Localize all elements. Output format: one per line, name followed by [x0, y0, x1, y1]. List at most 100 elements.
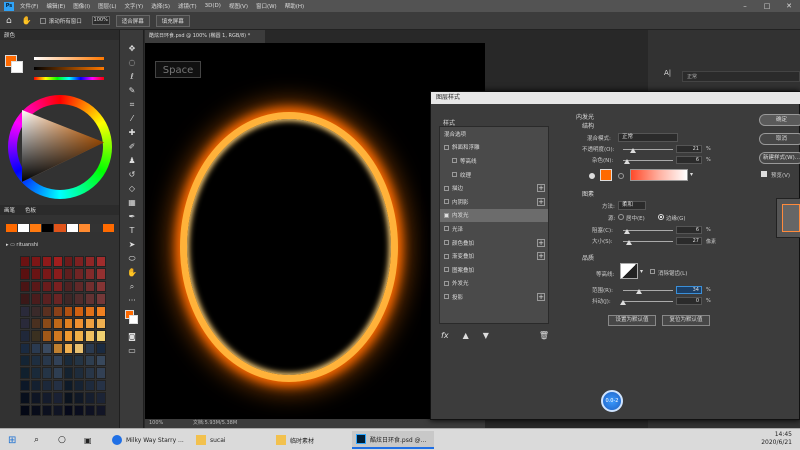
- swatch[interactable]: [20, 256, 30, 268]
- swatch[interactable]: [52, 305, 63, 317]
- swatch[interactable]: [52, 355, 63, 367]
- contour-picker[interactable]: [620, 263, 638, 279]
- swatch[interactable]: [85, 280, 96, 293]
- swatch[interactable]: [52, 330, 63, 342]
- size-slider-knob[interactable]: [626, 240, 632, 245]
- swatch[interactable]: [85, 305, 96, 317]
- swatch[interactable]: [6, 224, 18, 232]
- move-up-icon[interactable]: ▲: [463, 331, 469, 341]
- swatch[interactable]: [96, 379, 106, 392]
- swatch[interactable]: [41, 355, 52, 367]
- effect-checkbox[interactable]: [444, 185, 449, 191]
- taskbar-item-temp[interactable]: 临时素材: [272, 431, 346, 449]
- solid-color-radio[interactable]: [589, 173, 595, 179]
- swatch[interactable]: [41, 293, 52, 305]
- zoom-field[interactable]: 100%: [91, 16, 110, 25]
- hand-tool-icon[interactable]: ✋: [120, 266, 144, 280]
- swatch[interactable]: [41, 280, 52, 293]
- swatch[interactable]: [66, 224, 78, 232]
- swatch[interactable]: [41, 379, 52, 392]
- cortana-button[interactable]: ○: [54, 431, 70, 449]
- effect-checkbox[interactable]: [452, 172, 457, 178]
- swatch[interactable]: [41, 256, 52, 268]
- jitter-value[interactable]: 0: [676, 297, 702, 305]
- range-slider-knob[interactable]: [636, 289, 642, 294]
- swatch[interactable]: [52, 268, 63, 280]
- pen-tool-icon[interactable]: ✒: [120, 210, 144, 224]
- swatch[interactable]: [85, 379, 96, 392]
- ellipse-tool-icon[interactable]: ⬭: [120, 252, 144, 266]
- swatch[interactable]: [102, 224, 114, 232]
- gradient-radio[interactable]: [618, 173, 624, 179]
- taskbar-item-sucai[interactable]: sucai: [192, 431, 266, 449]
- swatch[interactable]: [96, 330, 106, 342]
- preview-checkbox[interactable]: [761, 171, 767, 177]
- blend-options-item[interactable]: 混合选项: [440, 127, 548, 141]
- menu-image[interactable]: 图像(I): [73, 2, 90, 10]
- menu-select[interactable]: 选择(S): [151, 2, 170, 10]
- noise-slider[interactable]: [623, 160, 673, 161]
- swatch[interactable]: [42, 224, 54, 232]
- cancel-button[interactable]: 取消: [759, 133, 800, 145]
- fg-bg-colors-icon[interactable]: [120, 308, 144, 330]
- background-color-swatch[interactable]: [11, 61, 23, 73]
- effect-item[interactable]: 光泽: [440, 222, 548, 236]
- swatch[interactable]: [74, 280, 85, 293]
- swatch[interactable]: [52, 392, 63, 404]
- effect-checkbox[interactable]: [444, 212, 449, 218]
- effect-item[interactable]: 斜面和浮雕: [440, 141, 548, 155]
- swatch[interactable]: [63, 317, 74, 330]
- healing-tool-icon[interactable]: ✚: [120, 126, 144, 140]
- add-effect-icon[interactable]: +: [537, 252, 545, 261]
- color-panel-tab[interactable]: 颜色: [0, 30, 119, 40]
- scroll-all-checkbox[interactable]: [39, 17, 46, 24]
- swatch[interactable]: [30, 305, 41, 317]
- swatch[interactable]: [30, 330, 41, 342]
- effect-item[interactable]: 内阴影 +: [440, 195, 548, 209]
- move-tool-icon[interactable]: ✥: [120, 42, 144, 56]
- swatch[interactable]: [74, 268, 85, 280]
- gradient-swatch[interactable]: [630, 169, 688, 181]
- swatch[interactable]: [52, 404, 63, 416]
- effect-item[interactable]: 渐变叠加 +: [440, 249, 548, 263]
- swatch[interactable]: [96, 317, 106, 330]
- quick-mask-icon[interactable]: ◙: [120, 330, 144, 344]
- swatch[interactable]: [85, 342, 96, 355]
- swatch[interactable]: [96, 256, 106, 268]
- swatch[interactable]: [78, 224, 90, 232]
- swatch[interactable]: [74, 330, 85, 342]
- set-default-button[interactable]: 设置为默认值: [608, 315, 656, 326]
- swatch[interactable]: [52, 342, 63, 355]
- swatch[interactable]: [20, 367, 30, 379]
- anti-alias-checkbox[interactable]: [650, 269, 655, 274]
- swatch[interactable]: [30, 293, 41, 305]
- effect-checkbox[interactable]: [444, 280, 449, 286]
- swatch[interactable]: [30, 379, 41, 392]
- effect-item[interactable]: 图案叠加: [440, 263, 548, 277]
- type-tool-icon[interactable]: T: [120, 224, 144, 238]
- effect-item[interactable]: 内发光: [440, 208, 548, 223]
- fill-screen-button[interactable]: 填充屏幕: [155, 14, 190, 27]
- swatch[interactable]: [30, 224, 42, 232]
- swatch[interactable]: [74, 317, 85, 330]
- swatch[interactable]: [30, 342, 41, 355]
- taskbar-item-browser[interactable]: Milky Way Starry ...: [108, 431, 190, 449]
- swatch[interactable]: [20, 379, 30, 392]
- add-effect-icon[interactable]: +: [537, 197, 545, 206]
- menu-edit[interactable]: 编辑(E): [46, 2, 65, 10]
- swatch[interactable]: [20, 330, 30, 342]
- screen-mode-icon[interactable]: ▭: [120, 344, 144, 358]
- swatch[interactable]: [41, 392, 52, 404]
- swatch[interactable]: [74, 293, 85, 305]
- swatch[interactable]: [85, 256, 96, 268]
- add-effect-icon[interactable]: +: [537, 238, 545, 247]
- task-view-button[interactable]: ▣: [80, 431, 96, 449]
- choke-slider[interactable]: [623, 230, 673, 231]
- jitter-slider[interactable]: [623, 301, 673, 302]
- swatch[interactable]: [20, 392, 30, 404]
- swatch[interactable]: [30, 317, 41, 330]
- swatch[interactable]: [74, 342, 85, 355]
- noise-slider-knob[interactable]: [624, 159, 630, 164]
- swatch[interactable]: [30, 404, 41, 416]
- swatch[interactable]: [20, 404, 30, 416]
